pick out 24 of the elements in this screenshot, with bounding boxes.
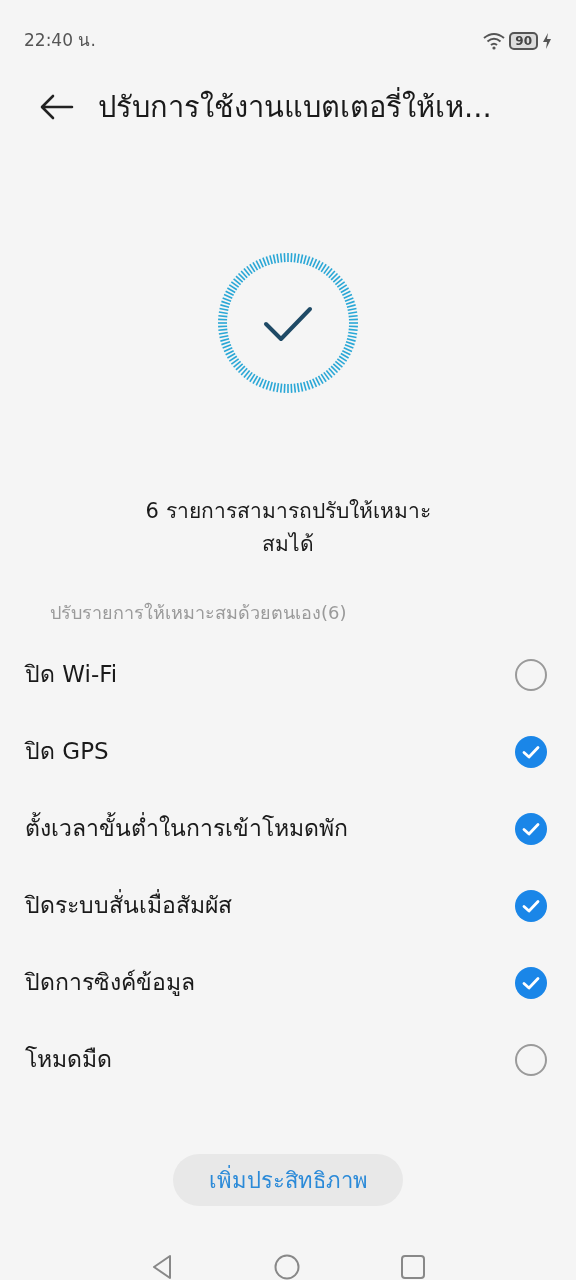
checked-checkbox-icon[interactable] [515, 889, 547, 922]
home-nav-icon[interactable] [274, 1254, 300, 1280]
checked-checkbox-icon[interactable] [515, 966, 547, 999]
recents-nav-icon[interactable] [401, 1255, 426, 1279]
option-label: ปิด GPS [25, 737, 109, 767]
option-label: ปิดระบบสั่นเมื่อสัมผัส [25, 888, 232, 923]
option-label: ตั้งเวลาขั้นต่ำในการเข้าโหมดพัก [25, 811, 348, 846]
option-label: ปิด Wi-Fi [25, 660, 118, 690]
summary-text: 6 รายการสามารถปรับให้เหมาะสมได้ [144, 498, 432, 559]
check-ring-icon [218, 253, 358, 394]
option-label: ปิดการซิงค์ข้อมูล [25, 968, 195, 998]
unchecked-checkbox-icon[interactable] [515, 658, 547, 691]
page-title: ปรับการใช้งานแบตเตอรี่ให้เห... [98, 86, 492, 126]
wifi-icon [483, 31, 506, 50]
back-nav-icon[interactable] [150, 1254, 173, 1280]
battery-level: 90 [509, 31, 538, 50]
checked-checkbox-icon[interactable] [515, 812, 547, 845]
optimize-button[interactable]: เพิ่มประสิทธิภาพ [173, 1154, 403, 1206]
status-time: 22:40 น. [24, 29, 96, 52]
back-arrow-icon[interactable] [40, 94, 74, 121]
option-label: โหมดมืด [25, 1045, 112, 1075]
section-label: ปรับรายการให้เหมาะสมด้วยตนเอง(6) [49, 601, 348, 626]
unchecked-checkbox-icon[interactable] [515, 1043, 547, 1076]
checked-checkbox-icon[interactable] [515, 735, 547, 768]
